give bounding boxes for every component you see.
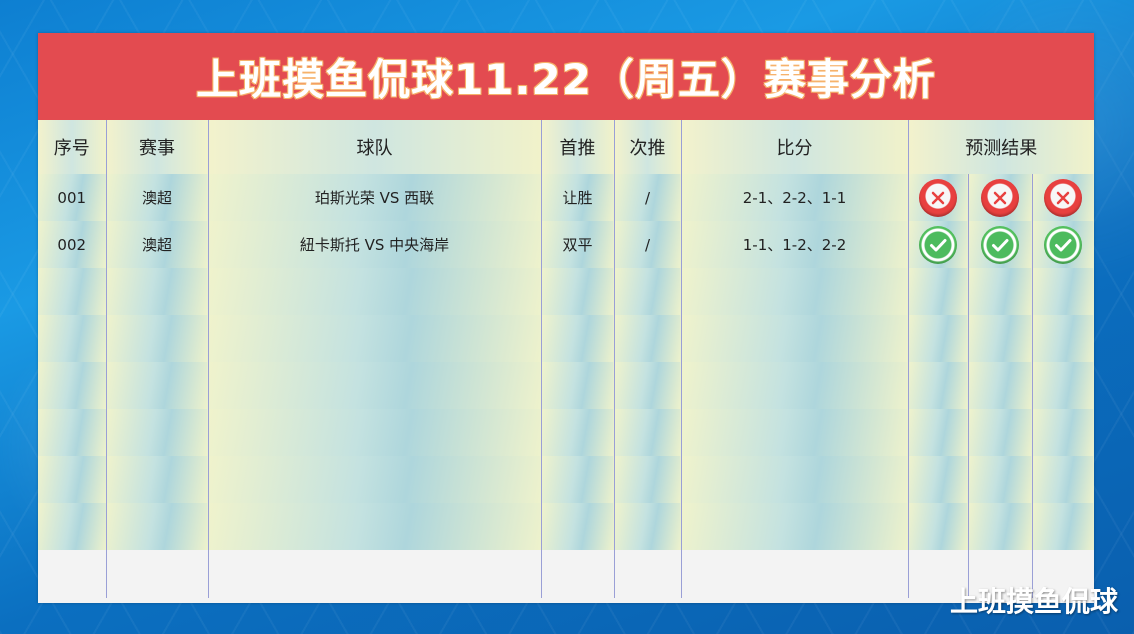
empty-row (38, 456, 1095, 503)
cell-no: 002 (38, 221, 106, 268)
cell-no: 001 (38, 174, 106, 221)
cell-score: 2-1、2-2、1-1 (680, 174, 908, 221)
cell-result-1 (907, 174, 968, 221)
col-header-second-pick: 次推 (613, 120, 681, 174)
empty-row (38, 315, 1095, 362)
table-row: 002 澳超 紐卡斯托 VS 中央海岸 双平 / 1-1、1-2、2-2 (38, 221, 1095, 268)
cell-first-pick: 双平 (540, 221, 614, 268)
col-header-score: 比分 (680, 120, 908, 174)
check-circle-icon (981, 225, 1019, 264)
empty-row (38, 503, 1095, 550)
table-row: 001 澳超 珀斯光荣 VS 西联 让胜 / 2-1、2-2、1-1 (38, 174, 1095, 221)
cell-result-2 (967, 221, 1032, 268)
col-header-first-pick: 首推 (540, 120, 614, 174)
cell-score: 1-1、1-2、2-2 (680, 221, 908, 268)
table-header-row: 序号 赛事 球队 首推 次推 比分 预测结果 (38, 120, 1095, 174)
col-header-no: 序号 (38, 120, 106, 174)
cell-teams: 紐卡斯托 VS 中央海岸 (207, 221, 541, 268)
cell-teams: 珀斯光荣 VS 西联 (207, 174, 541, 221)
prediction-table: 序号 赛事 球队 首推 次推 比分 预测结果 001 澳超 珀斯光荣 VS 西联… (38, 120, 1095, 598)
empty-row (38, 268, 1095, 315)
cell-second-pick: / (613, 221, 681, 268)
cell-result-3 (1031, 221, 1095, 268)
cell-second-pick: / (613, 174, 681, 221)
title-bar: 上班摸鱼侃球11.22（周五）赛事分析 (38, 33, 1094, 120)
col-header-teams: 球队 (207, 120, 541, 174)
empty-row (38, 409, 1095, 456)
x-circle-icon (981, 178, 1019, 217)
cell-first-pick: 让胜 (540, 174, 614, 221)
x-circle-icon (919, 178, 957, 217)
col-header-league: 赛事 (105, 120, 208, 174)
empty-row (38, 550, 1095, 598)
cell-result-2 (967, 174, 1032, 221)
check-circle-icon (919, 225, 957, 264)
cell-result-1 (907, 221, 968, 268)
empty-row (38, 362, 1095, 409)
page-title: 上班摸鱼侃球11.22（周五）赛事分析 (196, 55, 936, 104)
analysis-panel: 上班摸鱼侃球11.22（周五）赛事分析 序号 赛事 球队 首推 次推 比分 预测… (38, 33, 1095, 603)
col-header-result: 预测结果 (907, 120, 1095, 174)
watermark-text: 上班摸鱼侃球 (949, 585, 1118, 618)
check-circle-icon (1044, 225, 1083, 264)
cell-result-3 (1031, 174, 1095, 221)
x-circle-icon (1044, 178, 1083, 217)
cell-league: 澳超 (105, 174, 208, 221)
cell-league: 澳超 (105, 221, 208, 268)
